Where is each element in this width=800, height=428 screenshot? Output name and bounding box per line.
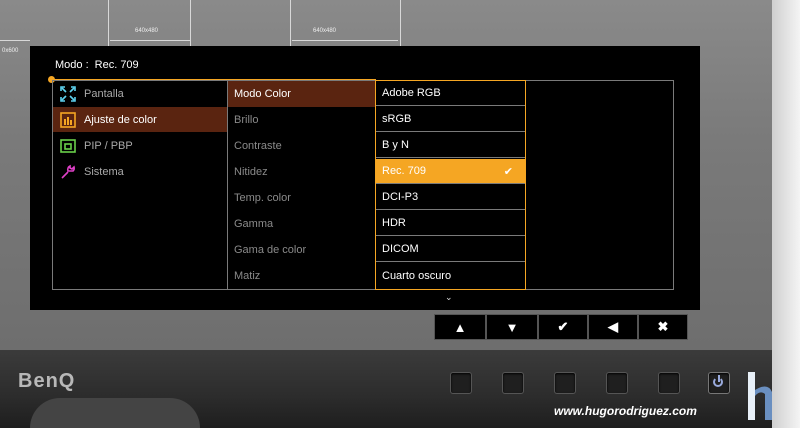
watermark-text: www.hugorodriguez.com <box>554 404 697 418</box>
menu-item-pip-pbp[interactable]: PIP / PBP <box>53 133 227 158</box>
key-confirm-button[interactable]: ✔ <box>538 314 588 340</box>
test-pattern-line <box>108 0 109 46</box>
power-button[interactable] <box>708 372 730 394</box>
brand-logo: BenQ <box>18 370 76 392</box>
submenu-item-gama-de-color[interactable]: Gama de color <box>228 237 375 263</box>
hardware-button-1[interactable] <box>450 372 472 394</box>
option-dicom[interactable]: DICOM <box>376 237 525 262</box>
option-hdr[interactable]: HDR <box>376 211 525 236</box>
more-options-chevron-icon[interactable]: ⌄ <box>445 292 453 303</box>
wrench-icon <box>60 164 76 180</box>
option-cuarto-oscuro[interactable]: Cuarto oscuro <box>376 263 525 288</box>
option-label: Rec. 709 <box>382 165 427 177</box>
menu-item-sistema[interactable]: Sistema <box>53 159 227 184</box>
option-rec-709[interactable]: Rec. 709 ✔ <box>376 159 525 184</box>
mode-value: Rec. 709 <box>94 59 139 71</box>
test-pattern-line <box>0 40 30 41</box>
submenu-item-brillo[interactable]: Brillo <box>228 107 375 133</box>
option-adobe-rgb[interactable]: Adobe RGB <box>376 81 525 106</box>
option-label: Cuarto oscuro <box>382 269 452 282</box>
option-b-y-n[interactable]: B y N <box>376 133 525 158</box>
key-back-button[interactable]: ◀ <box>588 314 638 340</box>
key-up-button[interactable]: ▲ <box>434 314 486 340</box>
option-srgb[interactable]: sRGB <box>376 107 525 132</box>
menu-item-label: Sistema <box>84 165 124 178</box>
test-pattern-line <box>110 40 190 41</box>
submenu-item-matiz[interactable]: Matiz <box>228 263 375 289</box>
test-pattern-line <box>400 0 401 46</box>
menu-item-ajuste-de-color[interactable]: Ajuste de color <box>53 107 227 132</box>
menu-item-pantalla[interactable]: Pantalla <box>53 81 227 106</box>
display-arrows-icon <box>60 85 76 102</box>
key-down-button[interactable]: ▼ <box>486 314 538 340</box>
mode-label: Modo : <box>55 59 89 71</box>
option-label: sRGB <box>382 113 412 125</box>
option-label: Adobe RGB <box>382 87 441 99</box>
submenu-item-contraste[interactable]: Contraste <box>228 133 375 159</box>
resolution-label: 0x600 <box>2 48 19 54</box>
hardware-button-3[interactable] <box>554 372 576 394</box>
option-label: HDR <box>382 217 406 229</box>
detail-column <box>525 80 674 290</box>
monitor-stand <box>30 398 200 428</box>
option-label: DCI-P3 <box>382 191 419 203</box>
menu-item-label: PIP / PBP <box>84 139 133 152</box>
pip-icon <box>60 138 76 154</box>
color-adjust-icon <box>60 111 76 128</box>
background-wall <box>772 0 800 428</box>
submenu-item-gamma[interactable]: Gamma <box>228 211 375 237</box>
submenu-item-modo-color[interactable]: Modo Color <box>228 81 375 107</box>
option-dci-p3[interactable]: DCI-P3 <box>376 185 525 210</box>
hardware-button-2[interactable] <box>502 372 524 394</box>
watermark-logo-icon <box>748 372 772 420</box>
submenu-item-temp-color[interactable]: Temp. color <box>228 185 375 211</box>
submenu-item-nitidez[interactable]: Nitidez <box>228 159 375 185</box>
hardware-button-5[interactable] <box>658 372 680 394</box>
test-pattern-line <box>290 0 291 46</box>
resolution-label: 640x480 <box>135 28 159 34</box>
test-pattern-line <box>190 0 191 46</box>
menu-item-label: Ajuste de color <box>84 113 157 126</box>
check-icon: ✔ <box>503 165 513 178</box>
test-pattern-line <box>292 40 398 41</box>
power-icon-bar <box>718 375 720 382</box>
key-exit-button[interactable]: ✖ <box>638 314 688 340</box>
menu-item-label: Pantalla <box>84 87 124 100</box>
option-label: DICOM <box>382 243 419 255</box>
resolution-label: 640x480 <box>313 28 337 34</box>
osd-mode-header: Modo : Rec. 709 <box>55 59 139 71</box>
hardware-button-4[interactable] <box>606 372 628 394</box>
option-label: B y N <box>382 139 409 151</box>
